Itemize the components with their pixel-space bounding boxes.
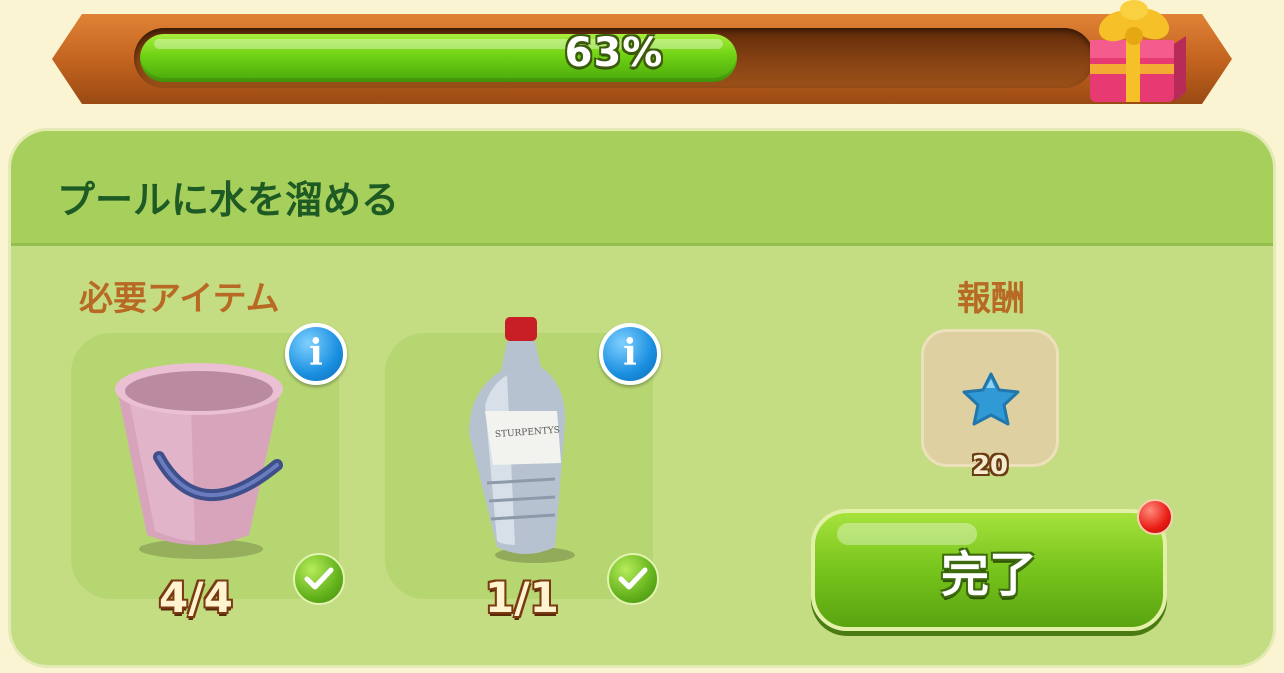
item-count: 4/4 [159,573,233,622]
task-panel: プールに水を溜める 必要アイテム 報酬 i 4/4 STURPENTYS i 1… [8,128,1276,668]
item-card-bottle[interactable]: STURPENTYS i 1/1 [385,317,661,622]
info-icon[interactable]: i [285,323,347,385]
complete-button[interactable]: 完了 [811,509,1167,631]
reward-item-box[interactable] [921,329,1059,467]
required-items-label: 必要アイテム [79,279,280,319]
task-title: プールに水を溜める [57,178,400,222]
pink-bucket-icon [115,363,283,559]
reward-label: 報酬 [957,279,1025,319]
item-count: 1/1 [485,573,559,622]
blue-star-icon [962,372,1020,426]
water-bottle-icon: STURPENTYS [469,317,575,563]
info-icon[interactable]: i [599,323,661,385]
complete-button-label: 完了 [940,547,1037,603]
task-header: プールに水を溜める [11,131,1273,246]
check-icon [607,553,659,605]
gift-box-icon[interactable] [1080,0,1190,106]
check-icon [293,553,345,605]
item-card-bucket[interactable]: i 4/4 [71,323,347,622]
progress-percent-label: 63% [564,30,664,76]
notification-dot [1137,499,1173,535]
reward-amount: 20 [971,451,1009,481]
